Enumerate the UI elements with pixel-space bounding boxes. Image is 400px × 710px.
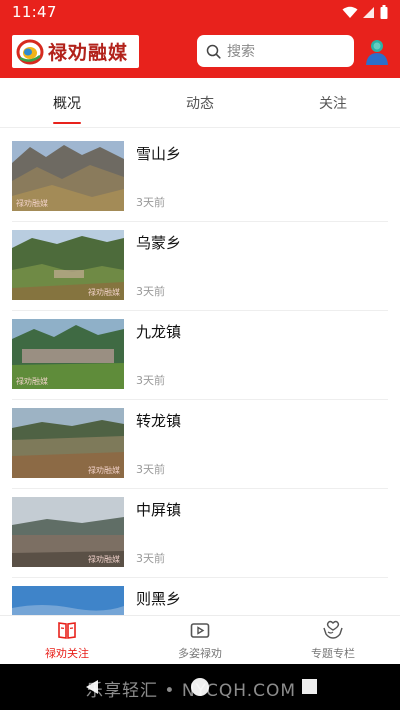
nav-special-topics[interactable]: 专题专栏: [283, 620, 383, 661]
item-title: 雪山乡: [136, 145, 182, 163]
list-item[interactable]: 则黑乡: [12, 578, 388, 615]
app-header: 禄劝融媒 搜索: [0, 26, 400, 78]
nav-colorful-luquan[interactable]: 多姿禄劝: [150, 620, 250, 661]
thumbnail-image: [12, 586, 124, 615]
app-logo: 禄劝融媒: [12, 35, 139, 68]
status-icons: [342, 5, 388, 19]
thumbnail-image: 禄劝融媒: [12, 408, 124, 478]
item-title: 则黑乡: [136, 590, 182, 608]
search-placeholder: 搜索: [227, 44, 255, 60]
list-item[interactable]: 禄劝融媒 九龙镇 3天前: [12, 311, 388, 400]
item-time: 3天前: [136, 552, 165, 565]
video-icon: [190, 623, 210, 638]
status-time: 11:47: [12, 3, 57, 21]
thumbnail-image: 禄劝融媒: [12, 319, 124, 389]
thumbnail-image: 禄劝融媒: [12, 230, 124, 300]
thumbnail-watermark: 禄劝融媒: [88, 466, 120, 475]
list-item[interactable]: 禄劝融媒 乌蒙乡 3天前: [12, 222, 388, 311]
thumbnail-watermark: 禄劝融媒: [16, 377, 48, 386]
list-item[interactable]: 禄劝融媒 转龙镇 3天前: [12, 400, 388, 489]
book-icon: [58, 622, 76, 639]
item-title: 中屏镇: [136, 501, 182, 519]
item-title: 九龙镇: [136, 323, 182, 341]
tab-follow[interactable]: 关注: [319, 93, 347, 113]
battery-icon: [380, 5, 388, 19]
active-tab-indicator: [53, 122, 81, 124]
thumbnail-image: 禄劝融媒: [12, 141, 124, 211]
thumbnail-watermark: 禄劝融媒: [88, 555, 120, 564]
list-item[interactable]: 禄劝融媒 中屏镇 3天前: [12, 489, 388, 578]
bottom-nav: 禄劝关注 多姿禄劝 专题专栏: [0, 615, 400, 664]
thumbnail-image: 禄劝融媒: [12, 497, 124, 567]
signal-icon: [363, 6, 374, 18]
item-time: 3天前: [136, 196, 165, 209]
recent-apps-icon[interactable]: [302, 679, 317, 694]
user-avatar-icon[interactable]: [364, 38, 390, 66]
logo-mark-icon: [16, 39, 44, 64]
logo-text: 禄劝融媒: [48, 42, 129, 64]
nav-label: 禄劝关注: [45, 647, 89, 660]
system-nav-bar: 乐享轻汇 • NYCQH.COM: [0, 664, 400, 710]
nav-label: 专题专栏: [311, 647, 355, 660]
item-time: 3天前: [136, 285, 165, 298]
overlay-watermark: 乐享轻汇 • NYCQH.COM: [86, 681, 297, 701]
wifi-icon: [342, 6, 358, 18]
item-time: 3天前: [136, 463, 165, 476]
nav-label: 多姿禄劝: [178, 647, 222, 660]
item-title: 转龙镇: [136, 412, 182, 430]
tab-news[interactable]: 动态: [186, 93, 214, 113]
hands-icon: [323, 620, 343, 639]
town-list: 禄劝融媒 雪山乡 3天前 禄劝融媒 乌蒙乡 3天前 禄劝融媒 九龙镇 3天前 禄…: [0, 133, 400, 615]
search-bar[interactable]: 搜索: [197, 35, 354, 67]
item-title: 乌蒙乡: [136, 234, 182, 252]
nav-luquan-focus[interactable]: 禄劝关注: [17, 620, 117, 661]
category-tabs: 概况 动态 关注: [0, 78, 400, 128]
status-bar: 11:47: [0, 0, 400, 26]
item-time: 3天前: [136, 374, 165, 387]
thumbnail-watermark: 禄劝融媒: [16, 199, 48, 208]
list-item[interactable]: 禄劝融媒 雪山乡 3天前: [12, 133, 388, 222]
search-icon: [206, 44, 221, 59]
tab-overview[interactable]: 概况: [53, 93, 81, 113]
thumbnail-watermark: 禄劝融媒: [88, 288, 120, 297]
